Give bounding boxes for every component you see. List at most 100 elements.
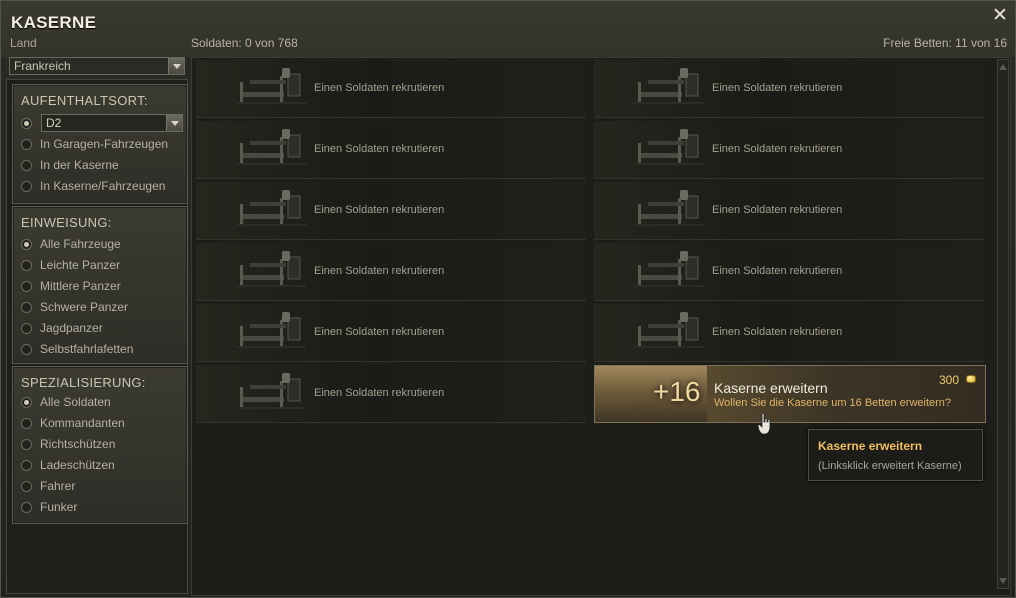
recruit-label: Einen Soldaten rekrutieren (712, 326, 843, 338)
radio-button[interactable] (21, 159, 32, 171)
bunk-bed-icon (634, 251, 704, 287)
radio-button[interactable] (21, 301, 32, 313)
recruit-label: Einen Soldaten rekrutieren (314, 143, 445, 155)
radio-button[interactable] (21, 280, 32, 292)
spec-option-loader[interactable]: Ladeschützen (21, 457, 115, 473)
chevron-down-icon[interactable] (168, 58, 184, 74)
assignment-panel-title: EINWEISUNG: (21, 215, 112, 230)
radio-button[interactable] (21, 417, 32, 429)
radio-button[interactable] (21, 138, 32, 150)
bunk-bed-icon (634, 129, 704, 165)
option-label: Alle Fahrzeuge (40, 237, 121, 251)
spec-option-gunner[interactable]: Richtschützen (21, 436, 115, 452)
barracks-window: KASERNE Land Soldaten: 0 von 768 Freie B… (0, 0, 1016, 598)
bunk-bed-icon (634, 312, 704, 348)
country-select[interactable]: Frankreich (9, 57, 185, 75)
tooltip: Kaserne erweitern (Linksklick erweitert … (808, 429, 983, 481)
location-option-garage[interactable]: In Garagen-Fahrzeugen (21, 136, 168, 152)
recruit-slot[interactable]: Einen Soldaten rekrutieren (196, 60, 586, 118)
location-option-barracks[interactable]: In der Kaserne (21, 157, 119, 173)
option-label: In Garagen-Fahrzeugen (40, 137, 169, 151)
recruit-slot[interactable]: Einen Soldaten rekrutieren (196, 304, 586, 362)
radio-button[interactable] (21, 459, 32, 471)
location-panel: AUFENTHALTSORT: D2 In Garagen-Fahrzeugen… (12, 84, 188, 204)
window-title: KASERNE (11, 13, 97, 32)
assignment-option-medium[interactable]: Mittlere Panzer (21, 278, 121, 294)
radio-button[interactable] (21, 480, 32, 492)
vehicle-select[interactable]: D2 (41, 114, 183, 132)
assignment-option-heavy[interactable]: Schwere Panzer (21, 299, 128, 315)
option-label: Fahrer (40, 479, 76, 493)
radio-button[interactable] (21, 343, 32, 355)
recruit-slot[interactable]: Einen Soldaten rekrutieren (196, 365, 586, 423)
option-label: Funker (40, 500, 78, 514)
location-vehicle-radio-row[interactable] (21, 115, 40, 131)
assignment-option-light[interactable]: Leichte Panzer (21, 257, 120, 273)
option-label: In der Kaserne (40, 158, 119, 172)
bunk-bed-icon (236, 129, 306, 165)
assignment-option-all[interactable]: Alle Fahrzeuge (21, 236, 121, 252)
option-label: Selbstfahrlafetten (40, 342, 134, 356)
radio-button[interactable] (21, 438, 32, 450)
assignment-panel: EINWEISUNG: Alle Fahrzeuge Leichte Panze… (12, 206, 188, 364)
country-label: Land (10, 36, 37, 50)
gold-coin-icon (966, 375, 976, 383)
radio-button[interactable] (21, 259, 32, 271)
spec-option-commander[interactable]: Kommandanten (21, 415, 125, 431)
location-panel-title: AUFENTHALTSORT: (21, 93, 148, 108)
bunk-bed-icon (236, 312, 306, 348)
option-label: Leichte Panzer (40, 258, 121, 272)
expand-subtitle: Wollen Sie die Kaserne um 16 Betten erwe… (714, 397, 952, 409)
assignment-option-spg[interactable]: Selbstfahrlafetten (21, 341, 133, 357)
recruit-slot[interactable]: Einen Soldaten rekrutieren (196, 121, 586, 179)
spec-option-all[interactable]: Alle Soldaten (21, 394, 111, 410)
recruit-label: Einen Soldaten rekrutieren (712, 143, 843, 155)
recruit-label: Einen Soldaten rekrutieren (712, 204, 843, 216)
recruit-slot[interactable]: Einen Soldaten rekrutieren (196, 182, 586, 240)
recruit-slot[interactable]: Einen Soldaten rekrutieren (594, 243, 984, 301)
recruit-slot[interactable]: Einen Soldaten rekrutieren (594, 121, 984, 179)
option-label: Richtschützen (40, 437, 116, 451)
vehicle-select-value: D2 (46, 116, 62, 130)
free-beds-count: Freie Betten: 11 von 16 (883, 36, 1007, 50)
chevron-down-icon[interactable] (166, 115, 182, 131)
recruit-label: Einen Soldaten rekrutieren (712, 265, 843, 277)
recruit-slot[interactable]: Einen Soldaten rekrutieren (196, 243, 586, 301)
option-label: Ladeschützen (40, 458, 115, 472)
radio-button[interactable] (21, 180, 32, 192)
bunk-bed-icon (236, 190, 306, 226)
recruit-slot[interactable]: Einen Soldaten rekrutieren (594, 182, 984, 240)
radio-button[interactable] (21, 117, 32, 129)
filter-sidebar: AUFENTHALTSORT: D2 In Garagen-Fahrzeugen… (6, 79, 188, 594)
tooltip-title: Kaserne erweitern (818, 439, 923, 453)
recruit-slot[interactable]: Einen Soldaten rekrutieren (594, 304, 984, 362)
option-label: Schwere Panzer (40, 300, 129, 314)
bunk-bed-icon (236, 251, 306, 287)
scroll-down-icon[interactable] (999, 578, 1007, 586)
assignment-option-td[interactable]: Jagdpanzer (21, 320, 103, 336)
specialization-panel-title: SPEZIALISIERUNG: (21, 375, 146, 390)
recruit-label: Einen Soldaten rekrutieren (314, 204, 445, 216)
recruit-label: Einen Soldaten rekrutieren (712, 82, 843, 94)
spec-option-driver[interactable]: Fahrer (21, 478, 75, 494)
radio-button[interactable] (21, 238, 32, 250)
bunk-bed-icon (634, 190, 704, 226)
recruit-slot[interactable]: Einen Soldaten rekrutieren (594, 60, 984, 118)
recruit-label: Einen Soldaten rekrutieren (314, 82, 445, 94)
expand-price: 300 (938, 373, 959, 387)
bunk-bed-icon (634, 68, 704, 104)
bunk-bed-icon (236, 68, 306, 104)
radio-button[interactable] (21, 322, 32, 334)
expand-barracks-button[interactable]: +16 Kaserne erweitern Wollen Sie die Kas… (594, 365, 986, 423)
close-icon[interactable]: ✕ (991, 6, 1009, 25)
location-option-barracks-vehicles[interactable]: In Kaserne/Fahrzeugen (21, 178, 165, 194)
radio-button[interactable] (21, 396, 32, 408)
country-select-value: Frankreich (14, 59, 71, 73)
scrollbar[interactable] (997, 59, 1009, 589)
radio-button[interactable] (21, 501, 32, 513)
expand-bed-count: +16 (653, 376, 701, 407)
scroll-up-icon[interactable] (999, 62, 1007, 70)
tooltip-text: (Linksklick erweitert Kaserne) (818, 460, 962, 472)
recruit-label: Einen Soldaten rekrutieren (314, 326, 445, 338)
spec-option-radio[interactable]: Funker (21, 499, 77, 515)
